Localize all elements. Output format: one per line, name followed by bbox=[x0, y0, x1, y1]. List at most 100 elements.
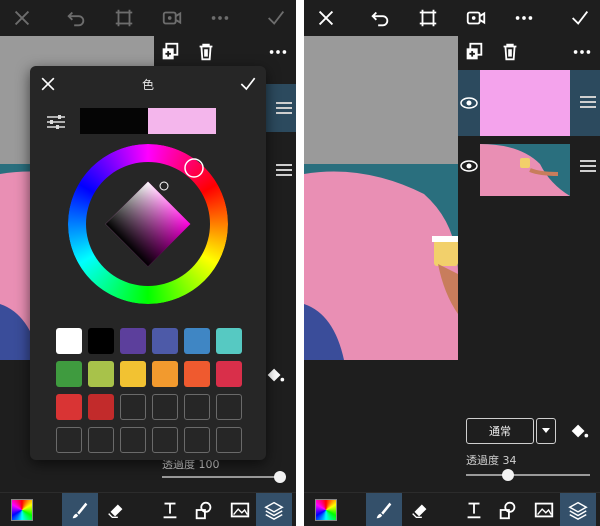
apply-check-icon[interactable] bbox=[568, 6, 592, 30]
empty-swatch-slot[interactable] bbox=[88, 427, 114, 453]
empty-swatch-slot[interactable] bbox=[184, 427, 210, 453]
bottom-toolbar bbox=[304, 492, 600, 526]
more-icon[interactable] bbox=[208, 6, 232, 30]
more-icon[interactable] bbox=[512, 6, 536, 30]
drag-handle-icon[interactable] bbox=[576, 92, 600, 112]
brush-tool[interactable] bbox=[366, 493, 402, 526]
previous-color bbox=[80, 108, 148, 134]
layer-more-icon[interactable] bbox=[266, 40, 290, 64]
color-swatch[interactable] bbox=[120, 361, 146, 387]
layer-thumbnail bbox=[480, 144, 570, 196]
drag-handle-icon[interactable] bbox=[272, 98, 296, 118]
color-compare bbox=[80, 108, 216, 134]
text-tool[interactable] bbox=[456, 493, 492, 526]
color-picker-button[interactable] bbox=[308, 493, 344, 526]
blend-mode-select[interactable]: 通常 bbox=[466, 418, 534, 444]
color-swatch[interactable] bbox=[184, 328, 210, 354]
empty-swatch-slot[interactable] bbox=[152, 427, 178, 453]
color-swatch[interactable] bbox=[120, 328, 146, 354]
photo-canvas[interactable] bbox=[304, 164, 458, 360]
layers-icon bbox=[568, 501, 588, 521]
layers-icon bbox=[264, 501, 284, 521]
shapes-icon bbox=[499, 501, 516, 520]
empty-swatch-slot[interactable] bbox=[120, 394, 146, 420]
layers-panel: 通常 透過度 34 bbox=[458, 36, 600, 492]
visibility-eye-icon[interactable] bbox=[460, 160, 478, 172]
right-screen: 通常 透過度 34 bbox=[304, 0, 600, 526]
fill-bucket-icon[interactable] bbox=[568, 420, 590, 442]
color-dialog: 色 bbox=[30, 66, 266, 460]
top-toolbar bbox=[0, 0, 296, 36]
add-layer-icon[interactable] bbox=[462, 40, 486, 64]
layer-more-icon[interactable] bbox=[570, 40, 594, 64]
eraser-tool[interactable] bbox=[402, 493, 438, 526]
empty-swatch-slot[interactable] bbox=[216, 427, 242, 453]
video-record-icon[interactable] bbox=[464, 6, 488, 30]
sliders-icon[interactable] bbox=[46, 114, 66, 130]
opacity-slider-knob[interactable] bbox=[502, 469, 515, 481]
confirm-check-icon[interactable] bbox=[238, 74, 258, 94]
delete-layer-icon[interactable] bbox=[498, 40, 522, 64]
close-icon[interactable] bbox=[10, 6, 34, 30]
layers-tool[interactable] bbox=[256, 493, 292, 526]
apply-check-icon[interactable] bbox=[264, 6, 288, 30]
crop-icon[interactable] bbox=[112, 6, 136, 30]
opacity-slider-knob[interactable] bbox=[274, 471, 286, 483]
drag-handle-icon[interactable] bbox=[272, 160, 296, 180]
eraser-tool[interactable] bbox=[98, 493, 134, 526]
empty-swatch-slot[interactable] bbox=[56, 427, 82, 453]
color-wheel-icon bbox=[315, 499, 337, 521]
color-swatch[interactable] bbox=[152, 361, 178, 387]
close-icon[interactable] bbox=[314, 6, 338, 30]
empty-swatch-slot[interactable] bbox=[152, 394, 178, 420]
drag-handle-icon[interactable] bbox=[576, 156, 600, 176]
left-screen: 透過度 100 色 bbox=[0, 0, 296, 526]
opacity-label: 透過度 34 bbox=[466, 454, 517, 467]
color-swatch[interactable] bbox=[56, 394, 82, 420]
color-swatch[interactable] bbox=[216, 328, 242, 354]
image-tool[interactable] bbox=[222, 493, 258, 526]
color-swatch[interactable] bbox=[56, 328, 82, 354]
brush-icon bbox=[376, 502, 392, 519]
color-swatch[interactable] bbox=[152, 328, 178, 354]
delete-layer-icon[interactable] bbox=[194, 40, 218, 64]
color-wheel[interactable] bbox=[68, 144, 228, 304]
color-picker-button[interactable] bbox=[4, 493, 40, 526]
top-toolbar bbox=[304, 0, 600, 36]
shape-tool[interactable] bbox=[490, 493, 526, 526]
chevron-down-icon bbox=[542, 428, 550, 433]
text-tool[interactable] bbox=[152, 493, 188, 526]
blend-mode-dropdown[interactable] bbox=[536, 418, 556, 444]
crop-icon[interactable] bbox=[416, 6, 440, 30]
undo-icon[interactable] bbox=[368, 6, 392, 30]
color-swatch[interactable] bbox=[216, 361, 242, 387]
visibility-eye-icon[interactable] bbox=[460, 97, 478, 109]
dialog-title: 色 bbox=[141, 78, 154, 92]
current-color bbox=[148, 108, 216, 134]
layers-tool[interactable] bbox=[560, 493, 596, 526]
color-swatch[interactable] bbox=[88, 394, 114, 420]
image-icon bbox=[534, 502, 554, 518]
image-tool[interactable] bbox=[526, 493, 562, 526]
color-swatch[interactable] bbox=[56, 361, 82, 387]
eraser-icon bbox=[412, 504, 427, 519]
add-layer-icon[interactable] bbox=[158, 40, 182, 64]
opacity-slider-track[interactable] bbox=[466, 474, 590, 476]
layer-item-photo[interactable] bbox=[458, 136, 600, 196]
shade-selector[interactable] bbox=[159, 181, 169, 191]
color-swatch[interactable] bbox=[88, 328, 114, 354]
color-swatch[interactable] bbox=[184, 361, 210, 387]
layer-properties: 通常 透過度 34 bbox=[458, 408, 600, 492]
video-record-icon[interactable] bbox=[160, 6, 184, 30]
shape-tool[interactable] bbox=[186, 493, 222, 526]
fill-bucket-icon[interactable] bbox=[264, 364, 286, 386]
color-swatch[interactable] bbox=[88, 361, 114, 387]
empty-swatch-slot[interactable] bbox=[216, 394, 242, 420]
empty-swatch-slot[interactable] bbox=[120, 427, 146, 453]
undo-icon[interactable] bbox=[64, 6, 88, 30]
brush-tool[interactable] bbox=[62, 493, 98, 526]
shapes-icon bbox=[195, 501, 212, 520]
layer-item-pink[interactable] bbox=[458, 70, 600, 136]
empty-swatch-slot[interactable] bbox=[184, 394, 210, 420]
opacity-slider-track[interactable] bbox=[162, 476, 280, 478]
